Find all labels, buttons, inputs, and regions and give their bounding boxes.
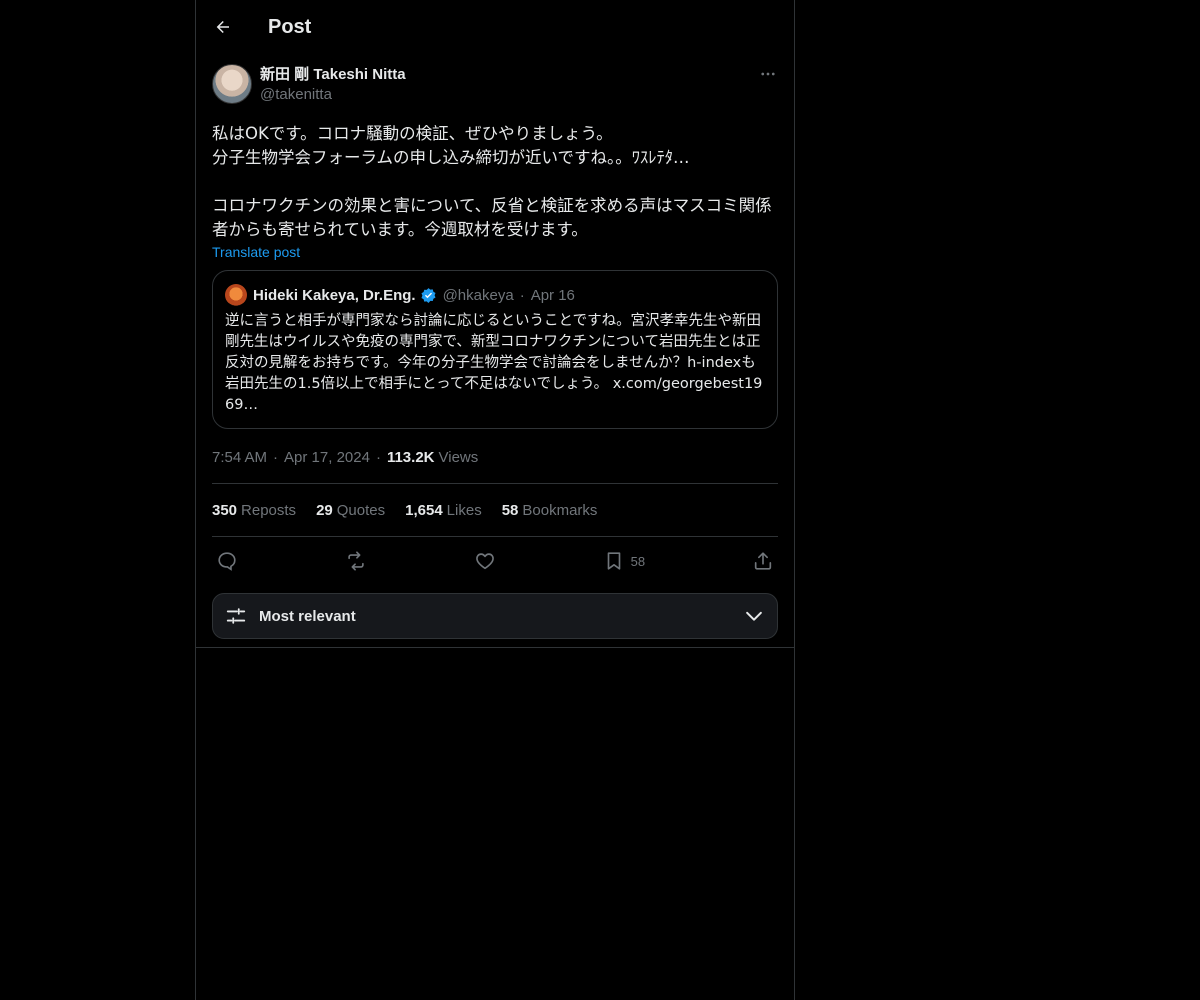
more-button[interactable] (758, 64, 778, 84)
likes-count: 1,654 (405, 501, 443, 519)
likes-label: Likes (446, 501, 482, 519)
post-time[interactable]: 7:54 AM (212, 449, 267, 466)
verified-badge-icon (420, 287, 437, 304)
bookmark-button[interactable]: 58 (603, 550, 645, 572)
more-dots-icon (761, 72, 775, 76)
reply-sort-dropdown[interactable]: Most relevant (212, 593, 778, 639)
quote-header: Hideki Kakeya, Dr.Eng. @hkakeya · Apr 16 (225, 283, 765, 307)
quote-author-name: Hideki Kakeya, Dr.Eng. (253, 286, 416, 304)
reply-button[interactable] (216, 550, 238, 572)
quote-text: 逆に言うと相手が専門家なら討論に応じるということですね。宮沢孝幸先生や新田剛先生… (225, 313, 763, 413)
quoted-post[interactable]: Hideki Kakeya, Dr.Eng. @hkakeya · Apr 16… (212, 270, 778, 429)
post-column: Post 新田 剛 Takeshi Nitta @takenitta 私はOKで… (195, 0, 795, 1000)
share-button[interactable] (752, 550, 774, 572)
page-header: Post (196, 0, 794, 54)
separator: · (273, 448, 279, 466)
sliders-icon (226, 608, 246, 624)
action-bar: 58 (212, 537, 778, 585)
author-row: 新田 剛 Takeshi Nitta @takenitta (212, 64, 778, 108)
back-button[interactable] (212, 16, 234, 38)
avatar[interactable] (212, 64, 252, 104)
reposts-stat[interactable]: 350 Reposts (212, 502, 296, 519)
quotes-label: Quotes (336, 501, 386, 519)
chevron-down-icon (743, 605, 765, 627)
views-count: 113.2K (386, 448, 435, 466)
bookmarks-count: 58 (501, 501, 519, 519)
bookmark-count: 58 (630, 553, 646, 569)
sort-label: Most relevant (259, 607, 356, 625)
reposts-count: 350 (212, 501, 238, 519)
likes-stat[interactable]: 1,654 Likes (405, 502, 482, 519)
reposts-label: Reposts (241, 501, 297, 519)
heart-icon (475, 553, 494, 570)
author-name[interactable]: 新田 剛 Takeshi Nitta (260, 65, 406, 85)
quote-separator: · (519, 286, 525, 304)
arrow-left-icon (216, 21, 229, 33)
quote-handle: @hkakeya (442, 286, 514, 304)
quotes-stat[interactable]: 29 Quotes (316, 502, 385, 519)
separator: · (375, 448, 381, 466)
page-title: Post (268, 15, 312, 38)
repost-button[interactable] (345, 550, 367, 572)
translate-post-link[interactable]: Translate post (212, 244, 300, 260)
share-icon (754, 552, 772, 570)
bookmarks-stat[interactable]: 58 Bookmarks (502, 502, 598, 519)
repost-icon (348, 551, 364, 571)
bookmarks-label: Bookmarks (522, 501, 598, 519)
views-label: Views (438, 448, 479, 466)
reply-icon (218, 552, 236, 571)
post-date[interactable]: Apr 17, 2024 (284, 449, 370, 466)
quotes-count: 29 (316, 501, 333, 519)
post-text: 私はOKです。コロナ騒動の検証、ぜひやりましょう。 分子生物学会フォーラムの申し… (212, 124, 772, 239)
quote-date: Apr 16 (530, 286, 575, 304)
quote-avatar (225, 284, 247, 306)
divider (196, 647, 794, 648)
bookmark-icon (607, 552, 620, 570)
engagement-stats: 350 Reposts 29 Quotes 1,654 Likes 58 Bookmar… (212, 484, 778, 536)
post: 新田 剛 Takeshi Nitta @takenitta 私はOKです。コロナ… (196, 54, 794, 648)
timestamp-row: 7:54 AM · Apr 17, 2024 · 113.2K Views (212, 447, 778, 467)
author-block: 新田 剛 Takeshi Nitta @takenitta (260, 65, 406, 105)
like-button[interactable] (474, 550, 496, 572)
author-handle[interactable]: @takenitta (260, 85, 406, 105)
